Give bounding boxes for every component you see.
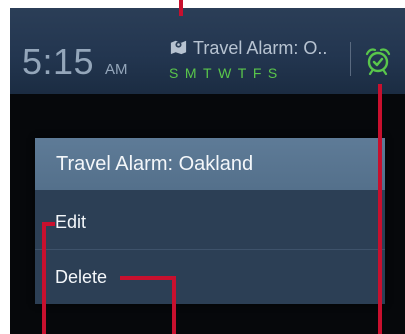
- edit-menu-item[interactable]: Edit: [35, 194, 385, 250]
- alarm-list-item[interactable]: 5:15 AM Travel Alarm: O.. S M T W T F S: [10, 8, 405, 94]
- context-menu-title: Travel Alarm: Oakland: [35, 138, 385, 190]
- delete-menu-item[interactable]: Delete: [35, 250, 385, 304]
- repeat-days: S M T W T F S: [169, 65, 278, 81]
- divider: [350, 42, 351, 76]
- callout-line-alarm-icon: [378, 84, 382, 334]
- alarm-clock-icon[interactable]: [365, 46, 391, 76]
- phone-screen: 5:15 AM Travel Alarm: O.. S M T W T F S …: [10, 8, 405, 334]
- alarm-time: 5:15: [22, 41, 95, 82]
- day-thursday: T: [237, 65, 247, 81]
- day-wednesday: W: [218, 65, 232, 81]
- alarm-name: Travel Alarm: O..: [193, 38, 328, 58]
- day-friday: F: [252, 65, 262, 81]
- callout-tick-delete: [120, 276, 176, 280]
- day-saturday: S: [267, 65, 278, 81]
- callout-line-edit: [42, 222, 46, 334]
- day-monday: M: [184, 65, 198, 81]
- day-tuesday: T: [203, 65, 213, 81]
- map-pin-icon: [170, 40, 187, 55]
- callout-line-location: [179, 0, 183, 16]
- alarm-ampm: AM: [105, 61, 128, 78]
- context-menu: Travel Alarm: Oakland Edit Delete: [35, 138, 385, 304]
- callout-tick-edit: [42, 222, 55, 226]
- day-sunday: S: [169, 65, 179, 81]
- callout-line-delete: [172, 276, 176, 334]
